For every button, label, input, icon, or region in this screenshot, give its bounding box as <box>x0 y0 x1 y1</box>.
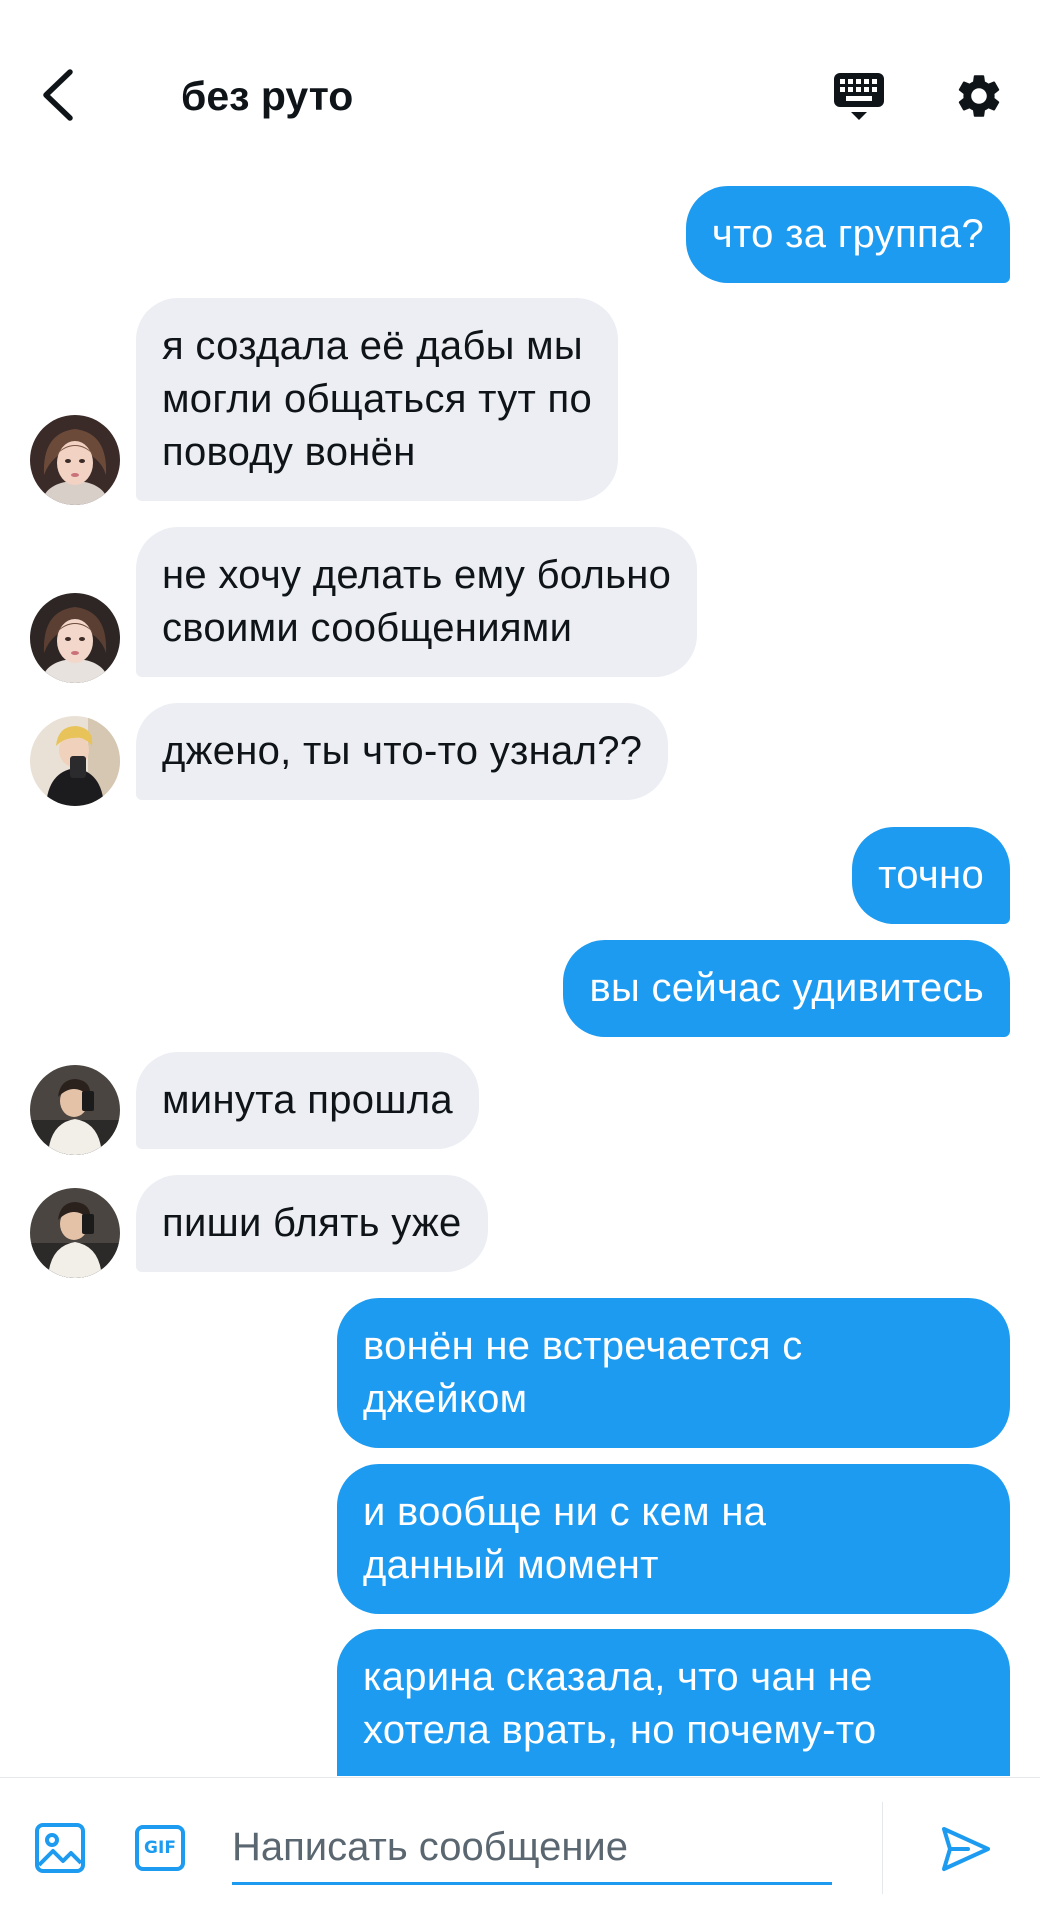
message-incoming[interactable]: пиши блять уже <box>136 1175 488 1272</box>
keyboard-toggle-button[interactable] <box>826 64 892 128</box>
message-input[interactable] <box>232 1812 832 1885</box>
avatar[interactable] <box>30 1065 120 1155</box>
message-incoming[interactable]: я создала её дабы мы могли общаться тут … <box>136 298 619 501</box>
message-outgoing[interactable]: карина сказала, что чан не хотела врать,… <box>337 1629 1010 1776</box>
avatar[interactable] <box>30 716 120 806</box>
add-gif-button[interactable]: GIF <box>130 1818 190 1878</box>
composer-divider <box>882 1802 883 1894</box>
settings-button[interactable] <box>947 64 1011 128</box>
avatar[interactable] <box>30 415 120 505</box>
gif-icon: GIF <box>135 1825 185 1871</box>
message-outgoing[interactable]: что за группа? <box>685 186 1010 283</box>
message-outgoing[interactable]: точно <box>852 827 1010 924</box>
message-outgoing[interactable]: вы сейчас удивитесь <box>563 940 1010 1037</box>
avatar-photo-man <box>30 1188 120 1278</box>
avatar-photo-man <box>30 1065 120 1155</box>
add-media-button[interactable] <box>30 1818 90 1878</box>
send-button[interactable] <box>935 1818 997 1880</box>
avatar-photo-man <box>30 716 120 806</box>
keyboard-icon <box>834 73 884 120</box>
back-button[interactable] <box>28 60 88 130</box>
message-list[interactable]: что за группа? я создала её дабы мы могл… <box>0 0 1040 1776</box>
conversation-title[interactable]: без руто <box>181 68 353 124</box>
chevron-left-icon <box>43 69 73 121</box>
message-incoming[interactable]: не хочу делать ему больно своими сообщен… <box>136 527 698 677</box>
gear-icon <box>958 75 1000 117</box>
message-incoming[interactable]: джено, ты что-то узнал?? <box>136 703 669 800</box>
message-incoming[interactable]: минута прошла <box>136 1052 479 1149</box>
avatar-photo-woman <box>30 593 120 683</box>
avatar[interactable] <box>30 1188 120 1278</box>
message-outgoing[interactable]: и вообще ни с кем на данный момент <box>337 1464 1010 1614</box>
dm-conversation-screen: что за группа? я создала её дабы мы могл… <box>0 0 1040 1920</box>
avatar-photo-woman <box>30 415 120 505</box>
message-outgoing[interactable]: вонён не встречается с джейком <box>337 1298 1010 1448</box>
send-icon <box>942 1827 990 1871</box>
message-composer: GIF <box>0 1777 1040 1920</box>
conversation-header: без руто <box>0 0 1040 180</box>
avatar[interactable] <box>30 593 120 683</box>
image-icon <box>35 1823 85 1873</box>
